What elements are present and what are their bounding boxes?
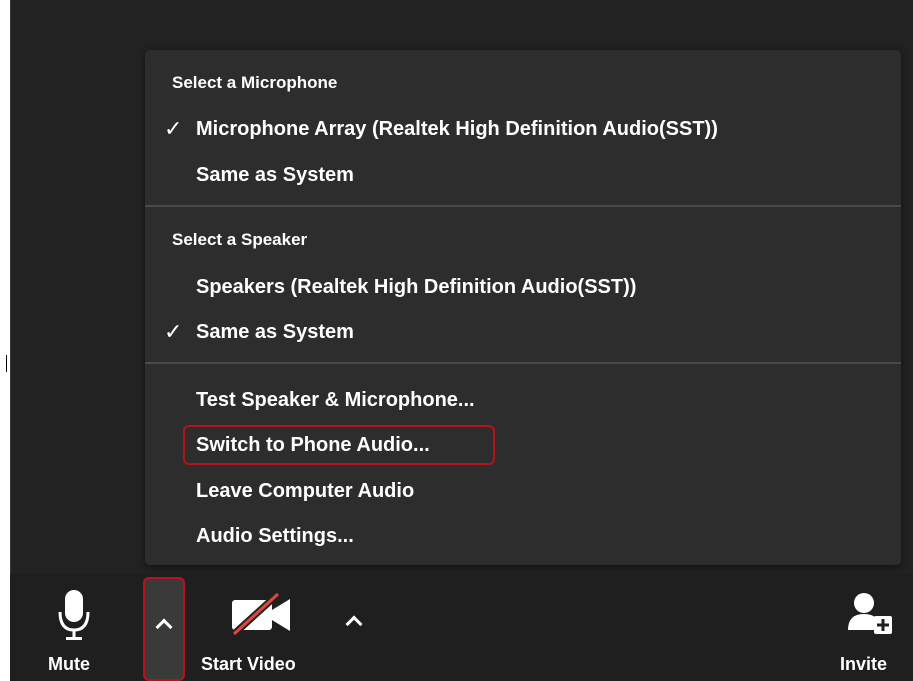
speaker-section-header: Select a Speaker — [172, 230, 308, 249]
add-user-icon — [848, 593, 892, 634]
video-camera-off-icon — [231, 592, 290, 636]
meeting-toolbar: Mute Start Video Invite — [10, 574, 913, 681]
start-video-button[interactable]: Start Video — [198, 588, 328, 678]
menu-item-audio-settings[interactable]: Audio Settings... — [196, 523, 354, 549]
mute-label: Mute — [48, 654, 90, 674]
start-video-label: Start Video — [201, 654, 296, 674]
invite-label: Invite — [840, 654, 888, 674]
audio-options-menu: Select a Microphone ✓ Microphone Array (… — [145, 50, 901, 565]
mute-button[interactable]: Mute — [40, 586, 110, 678]
microphone-icon — [58, 590, 90, 640]
menu-item-switch-to-phone-audio[interactable]: Switch to Phone Audio... — [196, 432, 430, 458]
chevron-up-icon — [345, 615, 363, 633]
menu-item-leave-computer-audio[interactable]: Leave Computer Audio — [196, 478, 414, 504]
audio-options-button[interactable] — [143, 577, 185, 681]
invite-button[interactable]: Invite — [830, 588, 908, 678]
menu-item-mic-same-as-system[interactable]: Same as System — [196, 162, 354, 188]
menu-divider — [145, 362, 901, 364]
menu-item-test-speaker-microphone[interactable]: Test Speaker & Microphone... — [196, 387, 475, 413]
video-options-button[interactable] — [336, 604, 372, 640]
text-cursor — [6, 355, 7, 372]
chevron-up-icon — [155, 618, 173, 636]
checkmark-icon: ✓ — [164, 319, 183, 344]
microphone-section-header: Select a Microphone — [172, 73, 338, 92]
menu-item-microphone-array[interactable]: Microphone Array (Realtek High Definitio… — [196, 116, 718, 142]
menu-divider — [145, 205, 901, 207]
checkmark-icon: ✓ — [164, 116, 183, 141]
menu-item-speaker-same-as-system[interactable]: Same as System — [196, 319, 354, 345]
menu-item-speakers-realtek[interactable]: Speakers (Realtek High Definition Audio(… — [196, 274, 636, 300]
